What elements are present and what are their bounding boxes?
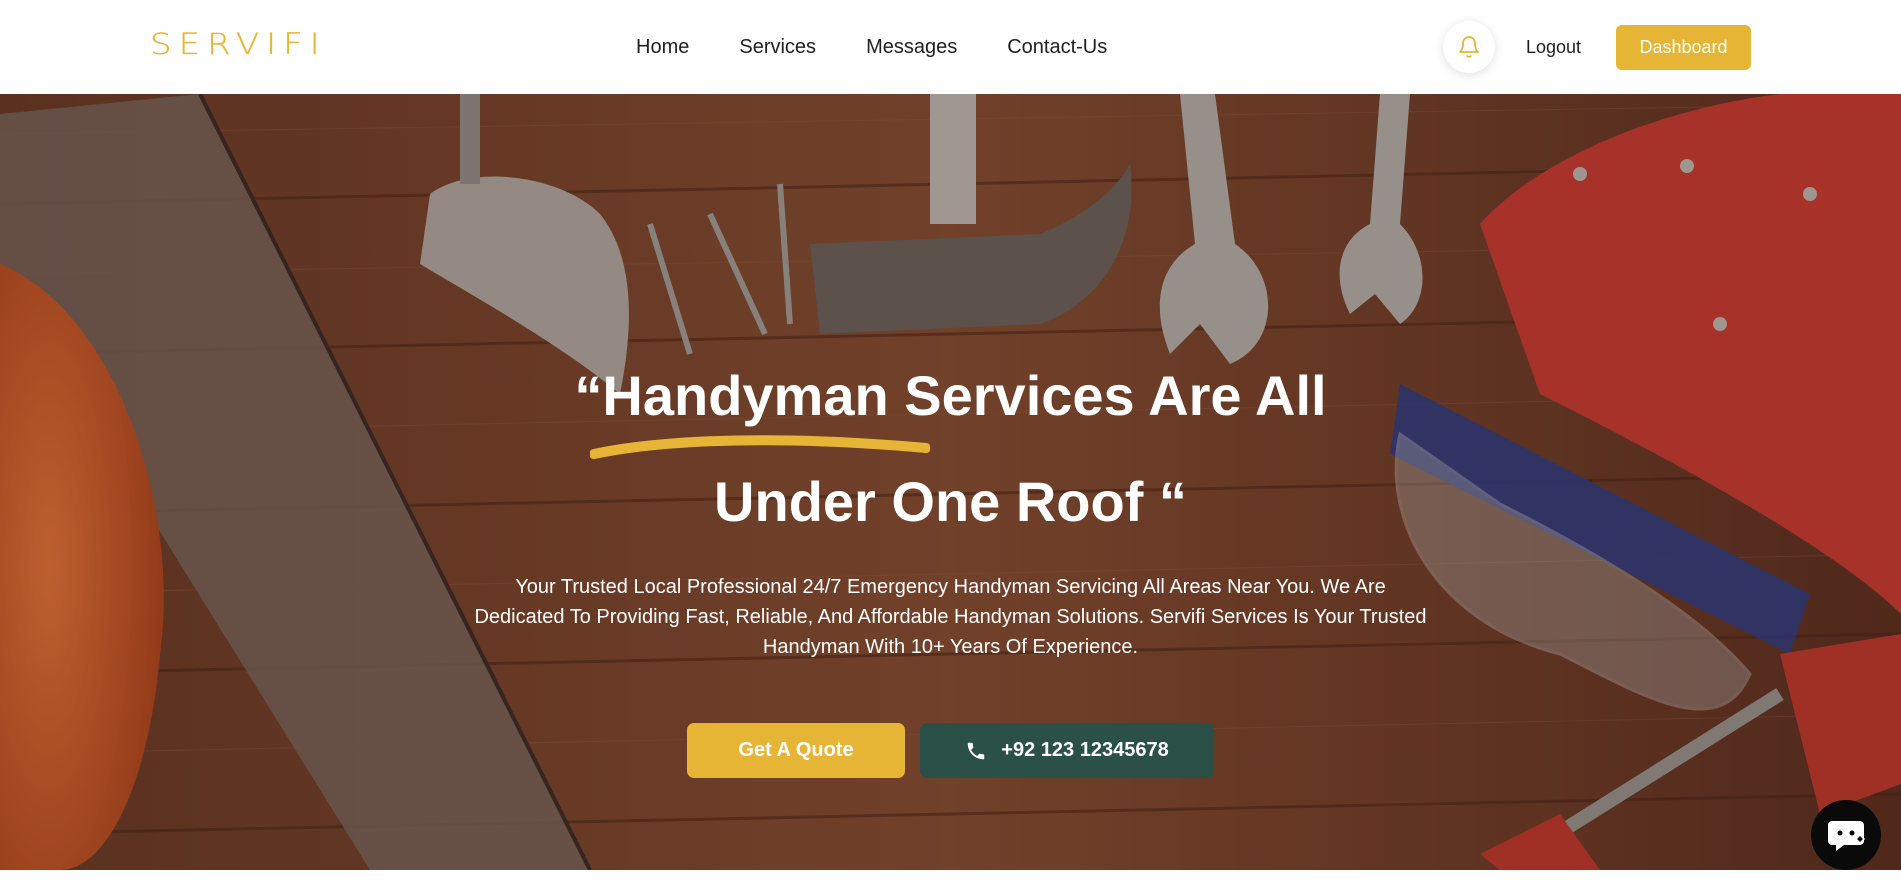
notifications-button[interactable] [1443,21,1495,73]
call-phone-button[interactable]: +92 123 12345678 [920,723,1214,778]
chat-widget-button[interactable] [1811,800,1881,870]
logo[interactable]: SERVIFI [150,30,327,59]
main-nav: Home Services Messages Contact-Us [636,34,1107,60]
nav-home[interactable]: Home [636,34,689,60]
nav-contact-us[interactable]: Contact-Us [1007,34,1107,60]
bell-icon [1459,36,1479,58]
phone-icon [968,742,985,759]
phone-number-label: +92 123 12345678 [1001,739,1169,761]
hero-title-line1: “Handyman Services Are All [574,364,1327,427]
site-header: SERVIFI Home Services Messages Contact-U… [0,0,1901,94]
hero-section: “Handyman Services Are All Under One Roo… [0,94,1901,870]
logout-link[interactable]: Logout [1526,35,1581,59]
hero-title-line2: Under One Roof “ [714,470,1187,533]
nav-messages[interactable]: Messages [866,34,957,60]
title-underline-decoration [590,435,930,459]
chat-icon [1828,821,1866,851]
hero-description: Your Trusted Local Professional 24/7 Eme… [474,576,1427,658]
dashboard-button[interactable]: Dashboard [1616,25,1751,70]
nav-services[interactable]: Services [739,34,816,60]
get-a-quote-button[interactable]: Get A Quote [687,723,905,778]
